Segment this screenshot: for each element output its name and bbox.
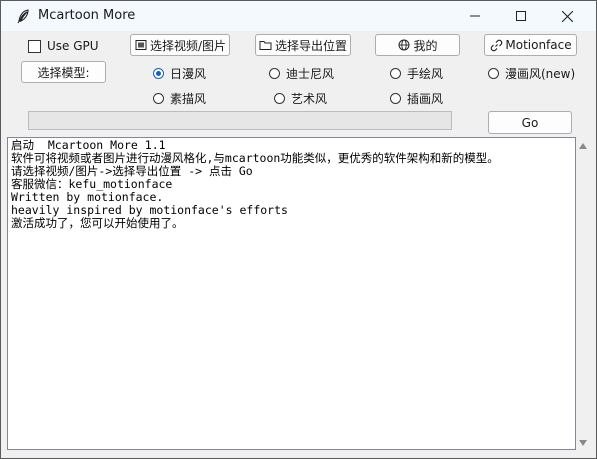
log-console[interactable]: 启动 Mcartoon More 1.1 软件可将视频或者图片进行动漫风格化,与… (7, 137, 576, 450)
select-media-button[interactable]: 选择视频/图片 (130, 34, 230, 56)
style-radio-illustration[interactable]: 插画风 (390, 90, 443, 107)
style-label: 漫画风(new) (505, 67, 576, 81)
style-radio-handdrawn[interactable]: 手绘风 (390, 65, 443, 82)
radio-circle[interactable] (269, 68, 280, 79)
log-line: 激活成功了，您可以开始使用了。 (11, 216, 184, 230)
style-radio-art[interactable]: 艺术风 (274, 90, 327, 107)
link-icon (489, 38, 503, 52)
folder-icon (259, 38, 273, 52)
globe-icon (397, 38, 411, 52)
feather-icon (17, 9, 29, 24)
scroll-down-icon[interactable] (579, 440, 587, 446)
select-media-label: 选择视频/图片 (149, 38, 227, 53)
title-bar[interactable]: Mcartoon More (1, 1, 596, 31)
app-window: Mcartoon More Use GPU 选择视频/图片 选择导出位置 我的 (0, 0, 597, 459)
progress-bar (28, 111, 452, 130)
minimize-icon (470, 15, 480, 17)
close-button[interactable] (544, 1, 590, 31)
close-icon (561, 10, 573, 22)
checkbox-box[interactable] (28, 39, 41, 53)
mine-button[interactable]: 我的 (375, 34, 460, 56)
style-label: 插画风 (407, 92, 444, 106)
scroll-up-icon[interactable] (579, 143, 587, 149)
style-label: 素描风 (170, 92, 207, 106)
radio-circle[interactable] (274, 93, 285, 104)
motionface-button[interactable]: Motionface (484, 34, 577, 56)
mine-label: 我的 (413, 38, 438, 53)
style-label: 艺术风 (291, 92, 328, 106)
style-label: 日漫风 (170, 67, 207, 81)
radio-circle[interactable] (390, 68, 401, 79)
style-label: 手绘风 (407, 67, 444, 81)
media-icon (134, 38, 148, 52)
select-export-button[interactable]: 选择导出位置 (255, 34, 351, 56)
console-scrollbar[interactable] (576, 137, 589, 450)
style-radio-disney[interactable]: 迪士尼风 (269, 65, 334, 82)
minimize-button[interactable] (452, 1, 498, 31)
use-gpu-label: Use GPU (47, 39, 99, 53)
maximize-button[interactable] (498, 1, 544, 31)
go-label: Go (521, 115, 539, 130)
style-radio-japanese[interactable]: 日漫风 (153, 65, 206, 82)
select-export-label: 选择导出位置 (274, 38, 347, 53)
select-model-label: 选择模型: (37, 65, 90, 80)
radio-circle[interactable] (488, 68, 499, 79)
select-model-button[interactable]: 选择模型: (21, 61, 106, 83)
log-text: 启动 Mcartoon More 1.1 软件可将视频或者图片进行动漫风格化,与… (11, 139, 567, 230)
radio-circle[interactable] (390, 93, 401, 104)
motionface-label: Motionface (505, 38, 572, 52)
go-button[interactable]: Go (488, 111, 572, 134)
style-radio-comic[interactable]: 漫画风(new) (488, 65, 575, 82)
style-radio-sketch[interactable]: 素描风 (153, 90, 206, 107)
window-title: Mcartoon More (38, 8, 136, 23)
maximize-icon (516, 11, 526, 21)
style-label: 迪士尼风 (286, 67, 335, 81)
use-gpu-checkbox[interactable]: Use GPU (28, 39, 99, 53)
radio-selected[interactable] (153, 68, 164, 79)
radio-circle[interactable] (153, 93, 164, 104)
